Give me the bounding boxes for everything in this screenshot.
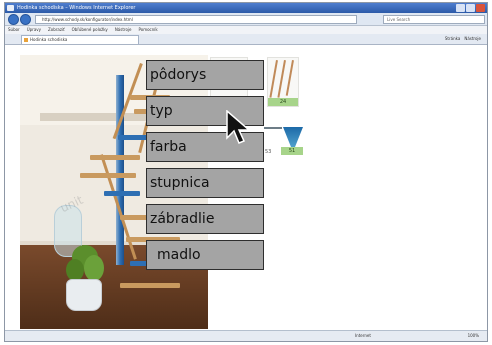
maximize-icon[interactable] (466, 4, 475, 12)
title-bar: Hodinka schodiska – Windows Internet Exp… (5, 3, 487, 13)
close-icon[interactable] (476, 4, 485, 12)
menu-madlo[interactable]: madlo (146, 240, 264, 270)
status-bar: Internet 100% (5, 330, 487, 341)
side-number: 53 (265, 149, 272, 155)
menu-favorites[interactable]: Obľúbené položky (72, 26, 108, 34)
menu-bar: Súbor Úpravy Zobraziť Obľúbené položky N… (5, 26, 487, 34)
tab-active[interactable]: Hodinka schodiska (21, 35, 139, 44)
page-content: unit 24 53 51 pôdorys typ farba stupnica… (5, 45, 487, 331)
mouse-cursor-icon (226, 110, 252, 144)
back-icon[interactable] (8, 14, 19, 25)
menu-file[interactable]: Súbor (8, 26, 20, 34)
browser-window: Hodinka schodiska – Windows Internet Exp… (4, 2, 488, 342)
menu-podorys[interactable]: pôdorys (146, 60, 264, 90)
search-input[interactable]: Live Search (383, 15, 485, 24)
favicon-icon (24, 38, 28, 42)
forward-icon[interactable] (20, 14, 31, 25)
status-zone: Internet (355, 333, 371, 338)
window-title: Hodinka schodiska – Windows Internet Exp… (17, 5, 136, 11)
search-engine-label: Live Search (387, 17, 411, 22)
tab-bar: Hodinka schodiska Stránka Nástroje (5, 34, 487, 45)
browser-icon (7, 5, 14, 11)
thumbnail-color[interactable]: 51 (281, 147, 303, 155)
plant-pot-image (66, 279, 102, 311)
menu-tools[interactable]: Nástroje (115, 26, 132, 34)
menu-zabradlie[interactable]: zábradlie (146, 204, 264, 234)
zoom-level[interactable]: 100% (468, 331, 479, 341)
menu-view[interactable]: Zobraziť (48, 26, 65, 34)
thumbnail-color-label: 51 (281, 147, 303, 155)
thumbnail-label: 24 (268, 98, 298, 106)
command-page[interactable]: Stránka (445, 35, 460, 43)
command-tools[interactable]: Nástroje (464, 35, 481, 43)
color-sample-icon[interactable] (283, 127, 303, 147)
minimize-icon[interactable] (456, 4, 465, 12)
menu-help[interactable]: Pomocník (138, 26, 157, 34)
url-field[interactable]: http://www.schody.sk/konfigurator/index.… (35, 15, 357, 24)
tab-label: Hodinka schodiska (30, 37, 68, 42)
url-text: http://www.schody.sk/konfigurator/index.… (42, 17, 133, 22)
menu-stupnica[interactable]: stupnica (146, 168, 264, 198)
menu-edit[interactable]: Úpravy (27, 26, 41, 34)
address-bar: http://www.schody.sk/konfigurator/index.… (5, 13, 487, 26)
thumbnail-railing[interactable]: 24 (267, 57, 299, 107)
